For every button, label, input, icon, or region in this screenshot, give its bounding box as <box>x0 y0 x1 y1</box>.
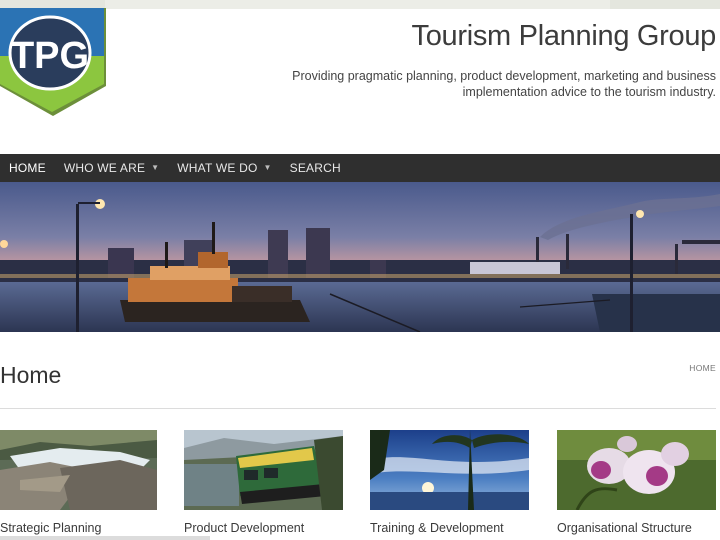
card-caption[interactable]: Training & Development <box>370 521 529 535</box>
green-train-photo[interactable] <box>184 430 343 510</box>
harbour-dusk-photo <box>0 182 720 332</box>
waterfall-rocks-photo[interactable] <box>0 430 157 510</box>
nav-item-label: SEARCH <box>289 161 341 175</box>
nav-item-home[interactable]: HOME <box>0 154 55 182</box>
logo-badge-icon: TPG <box>0 8 106 116</box>
orchid-flower-photo[interactable] <box>557 430 716 510</box>
horizontal-scrollbar[interactable] <box>0 536 210 540</box>
breadcrumb[interactable]: HOME <box>689 363 716 373</box>
site-title[interactable]: Tourism Planning Group <box>412 20 717 53</box>
nav-item-label: WHO WE ARE <box>63 161 146 175</box>
card-caption[interactable]: Strategic Planning <box>0 521 157 535</box>
top-strip <box>0 0 720 9</box>
main-nav: HOME WHO WE ARE ▼ WHAT WE DO ▼ SEARCH <box>0 154 720 182</box>
nav-item-what-we-do[interactable]: WHAT WE DO ▼ <box>168 154 280 182</box>
card-product-development[interactable]: Product Development <box>184 430 343 535</box>
card-caption[interactable]: Organisational Structure <box>557 521 716 535</box>
site-tagline: Providing pragmatic planning, product de… <box>292 69 716 99</box>
site-logo[interactable]: TPG <box>0 8 106 118</box>
page-title: Home <box>0 362 62 388</box>
palm-sunset-photo[interactable] <box>370 430 529 510</box>
card-organisational-structure[interactable]: Organisational Structure <box>557 430 716 535</box>
card-training-development[interactable]: Training & Development <box>370 430 529 535</box>
hero-banner <box>0 182 720 332</box>
divider <box>0 408 716 409</box>
card-strategic-planning[interactable]: Strategic Planning <box>0 430 157 535</box>
card-caption[interactable]: Product Development <box>184 521 343 535</box>
top-strip-inner <box>105 0 610 9</box>
nav-item-label: HOME <box>9 161 46 175</box>
logo-text: TPG <box>11 35 89 77</box>
nav-item-label: WHAT WE DO <box>177 161 258 175</box>
caret-down-icon: ▼ <box>151 163 160 172</box>
caret-down-icon: ▼ <box>263 163 272 172</box>
nav-item-search[interactable]: SEARCH <box>281 154 350 182</box>
nav-item-who-we-are[interactable]: WHO WE ARE ▼ <box>55 154 168 182</box>
